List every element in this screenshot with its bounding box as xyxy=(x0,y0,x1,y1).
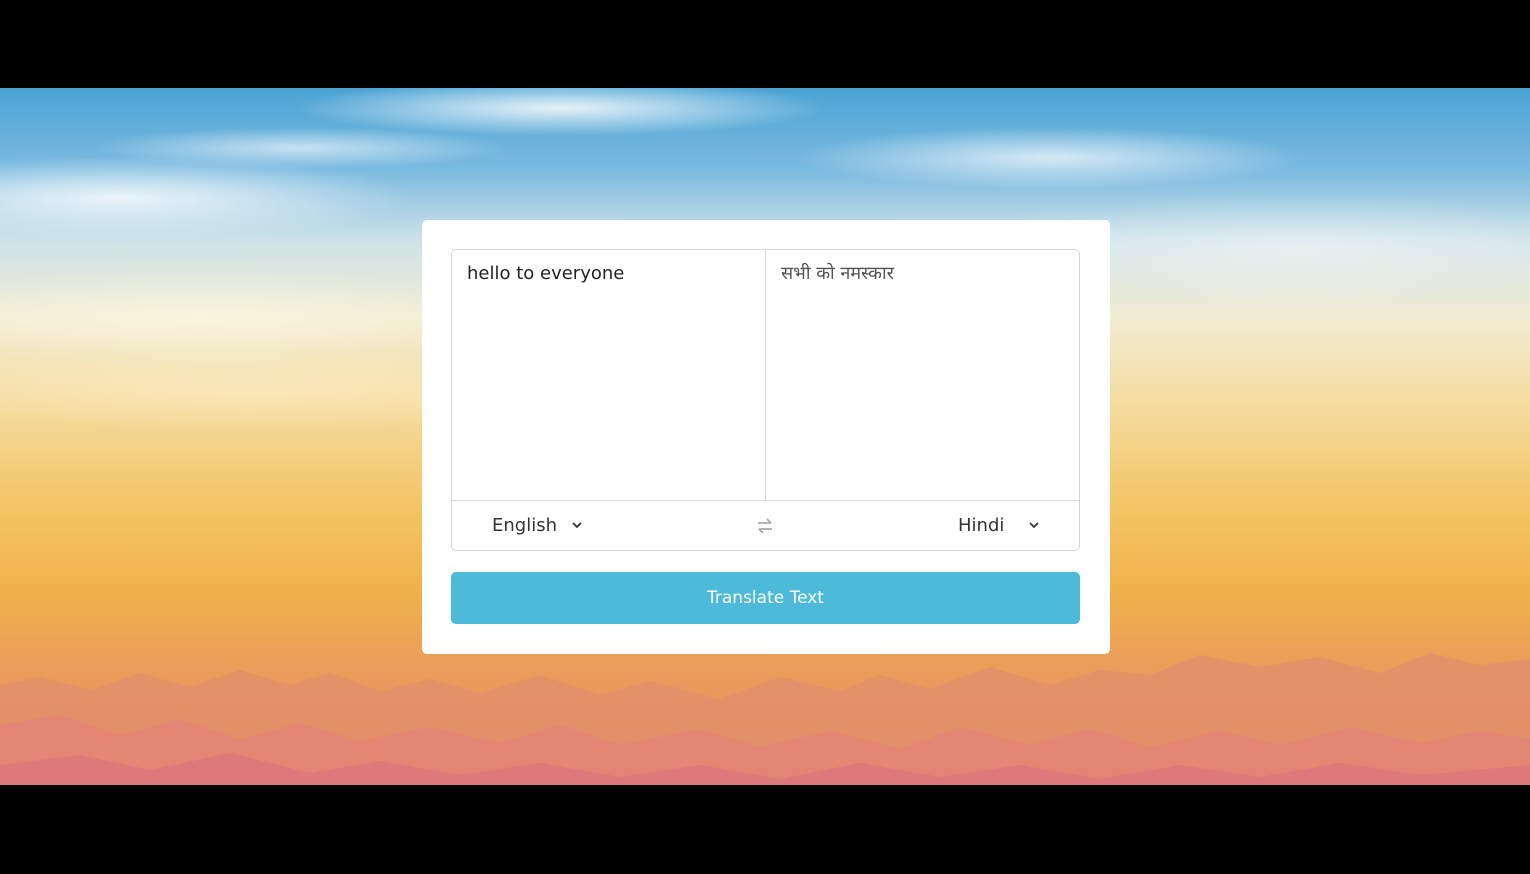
chevron-down-icon xyxy=(571,520,583,532)
from-language-label: English xyxy=(492,515,557,536)
to-language-label: Hindi xyxy=(958,515,1005,536)
language-controls: English Hindi xyxy=(452,500,1079,550)
translate-button[interactable]: Translate Text xyxy=(451,572,1080,624)
text-wrapper: hello to everyone सभी को नमस्कार English… xyxy=(451,249,1080,551)
to-text-output[interactable]: सभी को नमस्कार xyxy=(766,250,1079,500)
from-text-input[interactable]: hello to everyone xyxy=(452,250,766,500)
to-language-select[interactable]: Hindi xyxy=(958,501,1040,550)
exchange-icon[interactable] xyxy=(755,517,775,535)
from-language-select[interactable]: English xyxy=(492,501,583,550)
translator-card: hello to everyone सभी को नमस्कार English… xyxy=(422,220,1110,654)
chevron-down-icon xyxy=(1028,520,1040,532)
